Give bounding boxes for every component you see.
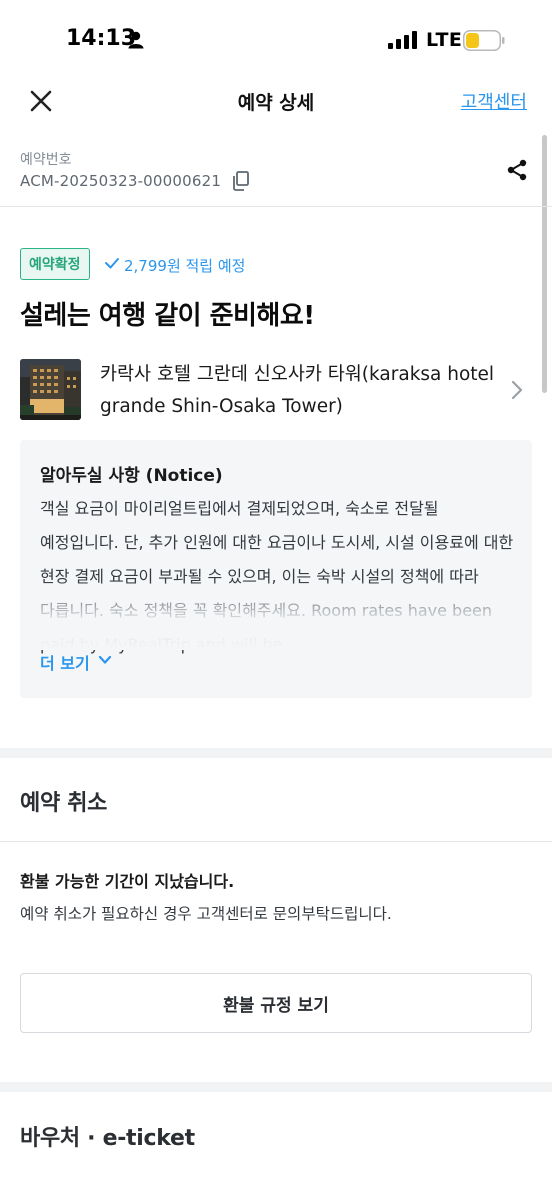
booking-number-value: ACM-20250323-00000621	[20, 172, 222, 190]
chevron-right-icon	[511, 380, 523, 400]
booking-number-section: 예약번호 ACM-20250323-00000621	[0, 140, 552, 207]
hotel-thumbnail	[20, 359, 81, 420]
section-divider	[0, 1082, 552, 1092]
copy-icon[interactable]	[232, 171, 250, 191]
refund-policy-button[interactable]: 환불 규정 보기	[20, 973, 532, 1033]
notice-box: 알아두실 사항 (Notice) 객실 요금이 마이리얼트립에서 결제되었으며,…	[20, 440, 532, 698]
headline: 설레는 여행 같이 준비해요!	[20, 301, 315, 331]
nav-bar: 예약 상세 고객센터	[0, 78, 552, 126]
booking-number-label: 예약번호	[20, 152, 72, 168]
divider	[0, 841, 552, 842]
share-icon[interactable]	[505, 158, 529, 182]
network-label: LTE	[426, 29, 463, 51]
chevron-down-icon[interactable]	[98, 654, 112, 666]
notice-fade	[20, 580, 532, 650]
person-icon	[128, 31, 144, 49]
customer-center-link[interactable]: 고객센터	[461, 88, 527, 114]
signal-icon	[388, 31, 417, 49]
cancel-section-title: 예약 취소	[20, 791, 108, 816]
status-badge: 예약확정	[20, 248, 90, 280]
more-button[interactable]: 더 보기	[40, 650, 90, 674]
notice-title: 알아두실 사항 (Notice)	[40, 466, 223, 486]
refund-notice-title: 환불 가능한 기간이 지났습니다.	[20, 872, 235, 891]
status-bar: 14:13 LTE	[0, 0, 552, 80]
voucher-section-title: 바우처 · e-ticket	[20, 1126, 195, 1151]
section-divider	[0, 748, 552, 758]
check-icon	[105, 258, 119, 269]
hotel-name: 카락사 호텔 그란데 신오사카 타워(karaksa hotel grande …	[100, 364, 495, 417]
battery-icon	[463, 30, 505, 51]
status-time: 14:13	[66, 26, 137, 51]
refund-notice-body: 예약 취소가 필요하신 경우 고객센터로 문의부탁드립니다.	[20, 905, 392, 923]
points-text: 2,799원 적립 예정	[124, 257, 246, 275]
hotel-row[interactable]: 카락사 호텔 그란데 신오사카 타워(karaksa hotel grande …	[0, 355, 552, 425]
